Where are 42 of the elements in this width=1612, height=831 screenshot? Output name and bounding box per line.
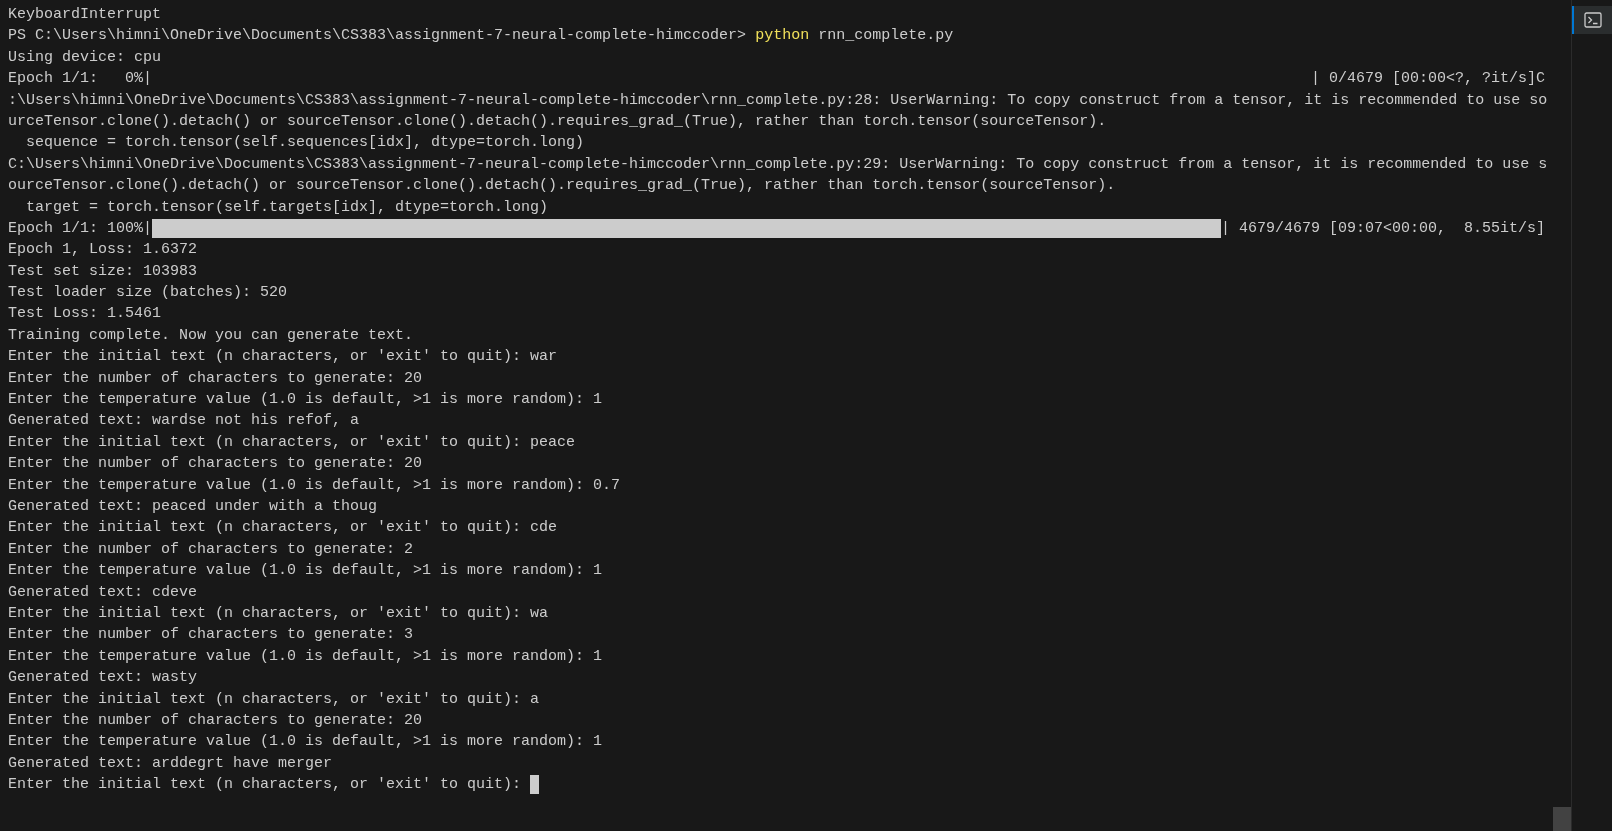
- terminal-line: KeyboardInterrupt: [8, 5, 162, 25]
- terminal-prompt: Enter the initial text (n characters, or 'exit' to quit):: [8, 775, 523, 796]
- terminal-line: Generated text: wardse not his refof, a: [8, 411, 360, 432]
- terminal-line: Enter the initial text (n characters, or 'exit' to quit): cde: [8, 518, 558, 539]
- terminal-line: Test Loss: 1.5461: [8, 304, 162, 325]
- terminal-line: :\Users\himni\OneDrive\Documents\CS383\assignment-7-neural-complete-himccoder\rnn_complete.py:28: UserWarning: To copy construct from a tensor, it is recommended to use so: [8, 90, 1548, 111]
- terminal-line: Generated text: cdeve: [8, 582, 198, 603]
- terminal-line: Generated text: arddegrt have merger: [8, 753, 333, 774]
- terminal-line: Generated text: peaced under with a thoug: [8, 497, 378, 517]
- terminal-line: Enter the temperature value (1.0 is default, >1 is more random): 1: [8, 732, 603, 753]
- terminal-line: Test loader size (batches): 520: [8, 283, 288, 304]
- terminal-line: Enter the temperature value (1.0 is default, >1 is more random): 1: [8, 561, 603, 582]
- terminal-line: Enter the number of characters to generate: 2: [8, 539, 414, 560]
- terminal-line: Using device: cpu: [8, 47, 162, 68]
- terminal-line: ourceTensor.clone().detach() or sourceTensor.clone().detach().requires_grad_(True), rather than torch.tensor(sourceTensor).: [8, 176, 1116, 197]
- terminal-line: Enter the temperature value (1.0 is default, >1 is more random): 0.7: [8, 475, 621, 496]
- progress-label: Epoch 1/1: 100%|: [8, 218, 153, 239]
- progress-label: Epoch 1/1: 0%|: [8, 69, 153, 90]
- terminal-line: Enter the initial text (n characters, or 'exit' to quit): wa: [8, 603, 549, 624]
- terminal-line: Enter the number of characters to generate: 20: [8, 368, 423, 389]
- terminal-line: target = torch.tensor(self.targets[idx], dtype=torch.long): [25, 197, 549, 218]
- progress-stats: | 4679/4679 [09:07<00:00, 8.55it/s]: [1220, 218, 1545, 239]
- terminal-line: Enter the initial text (n characters, or 'exit' to quit): war: [8, 347, 558, 368]
- terminal-line: Test set size: 103983: [8, 261, 198, 282]
- terminal-line: Enter the initial text (n characters, or 'exit' to quit): peace: [8, 432, 576, 453]
- terminal-line: Enter the number of characters to generate: 20: [8, 710, 423, 731]
- terminal-icon: [1584, 12, 1602, 28]
- terminal-line: Epoch 1, Loss: 1.6372: [8, 240, 198, 261]
- terminal-line: C:\Users\himni\OneDrive\Documents\CS383\assignment-7-neural-complete-himccoder\rnn_complete.py:29: UserWarning: To copy construct from a tensor, it is recommended to use s: [8, 154, 1548, 175]
- terminal-line: Generated text: wasty: [8, 668, 198, 689]
- terminal-line: urceTensor.clone().detach() or sourceTensor.clone().detach().requires_grad_(True), rather than torch.tensor(sourceTensor).: [8, 111, 1107, 132]
- terminal-line: Enter the number of characters to generate: 20: [8, 454, 423, 475]
- terminal-tab[interactable]: [1572, 6, 1612, 34]
- terminal-line: sequence = torch.tensor(self.sequences[idx], dtype=torch.long): [25, 133, 585, 154]
- scrollbar-thumb[interactable]: [1553, 807, 1571, 831]
- terminal-line: Enter the initial text (n characters, or 'exit' to quit): a: [8, 689, 540, 710]
- command-line: PS C:\Users\himni\OneDrive\Documents\CS383\assignment-7-neural-complete-himccoder> python rnn_complete.py: [8, 26, 954, 47]
- terminal-line: Enter the temperature value (1.0 is default, >1 is more random): 1: [8, 390, 603, 411]
- terminal-line: Enter the number of characters to generate: 3: [8, 625, 414, 646]
- terminal-line: Training complete. Now you can generate text.: [8, 325, 414, 346]
- terminal-line: Enter the temperature value (1.0 is default, >1 is more random): 1: [8, 646, 603, 667]
- progress-stats: | 0/4679 [00:00<?, ?it/s]C: [1310, 69, 1545, 90]
